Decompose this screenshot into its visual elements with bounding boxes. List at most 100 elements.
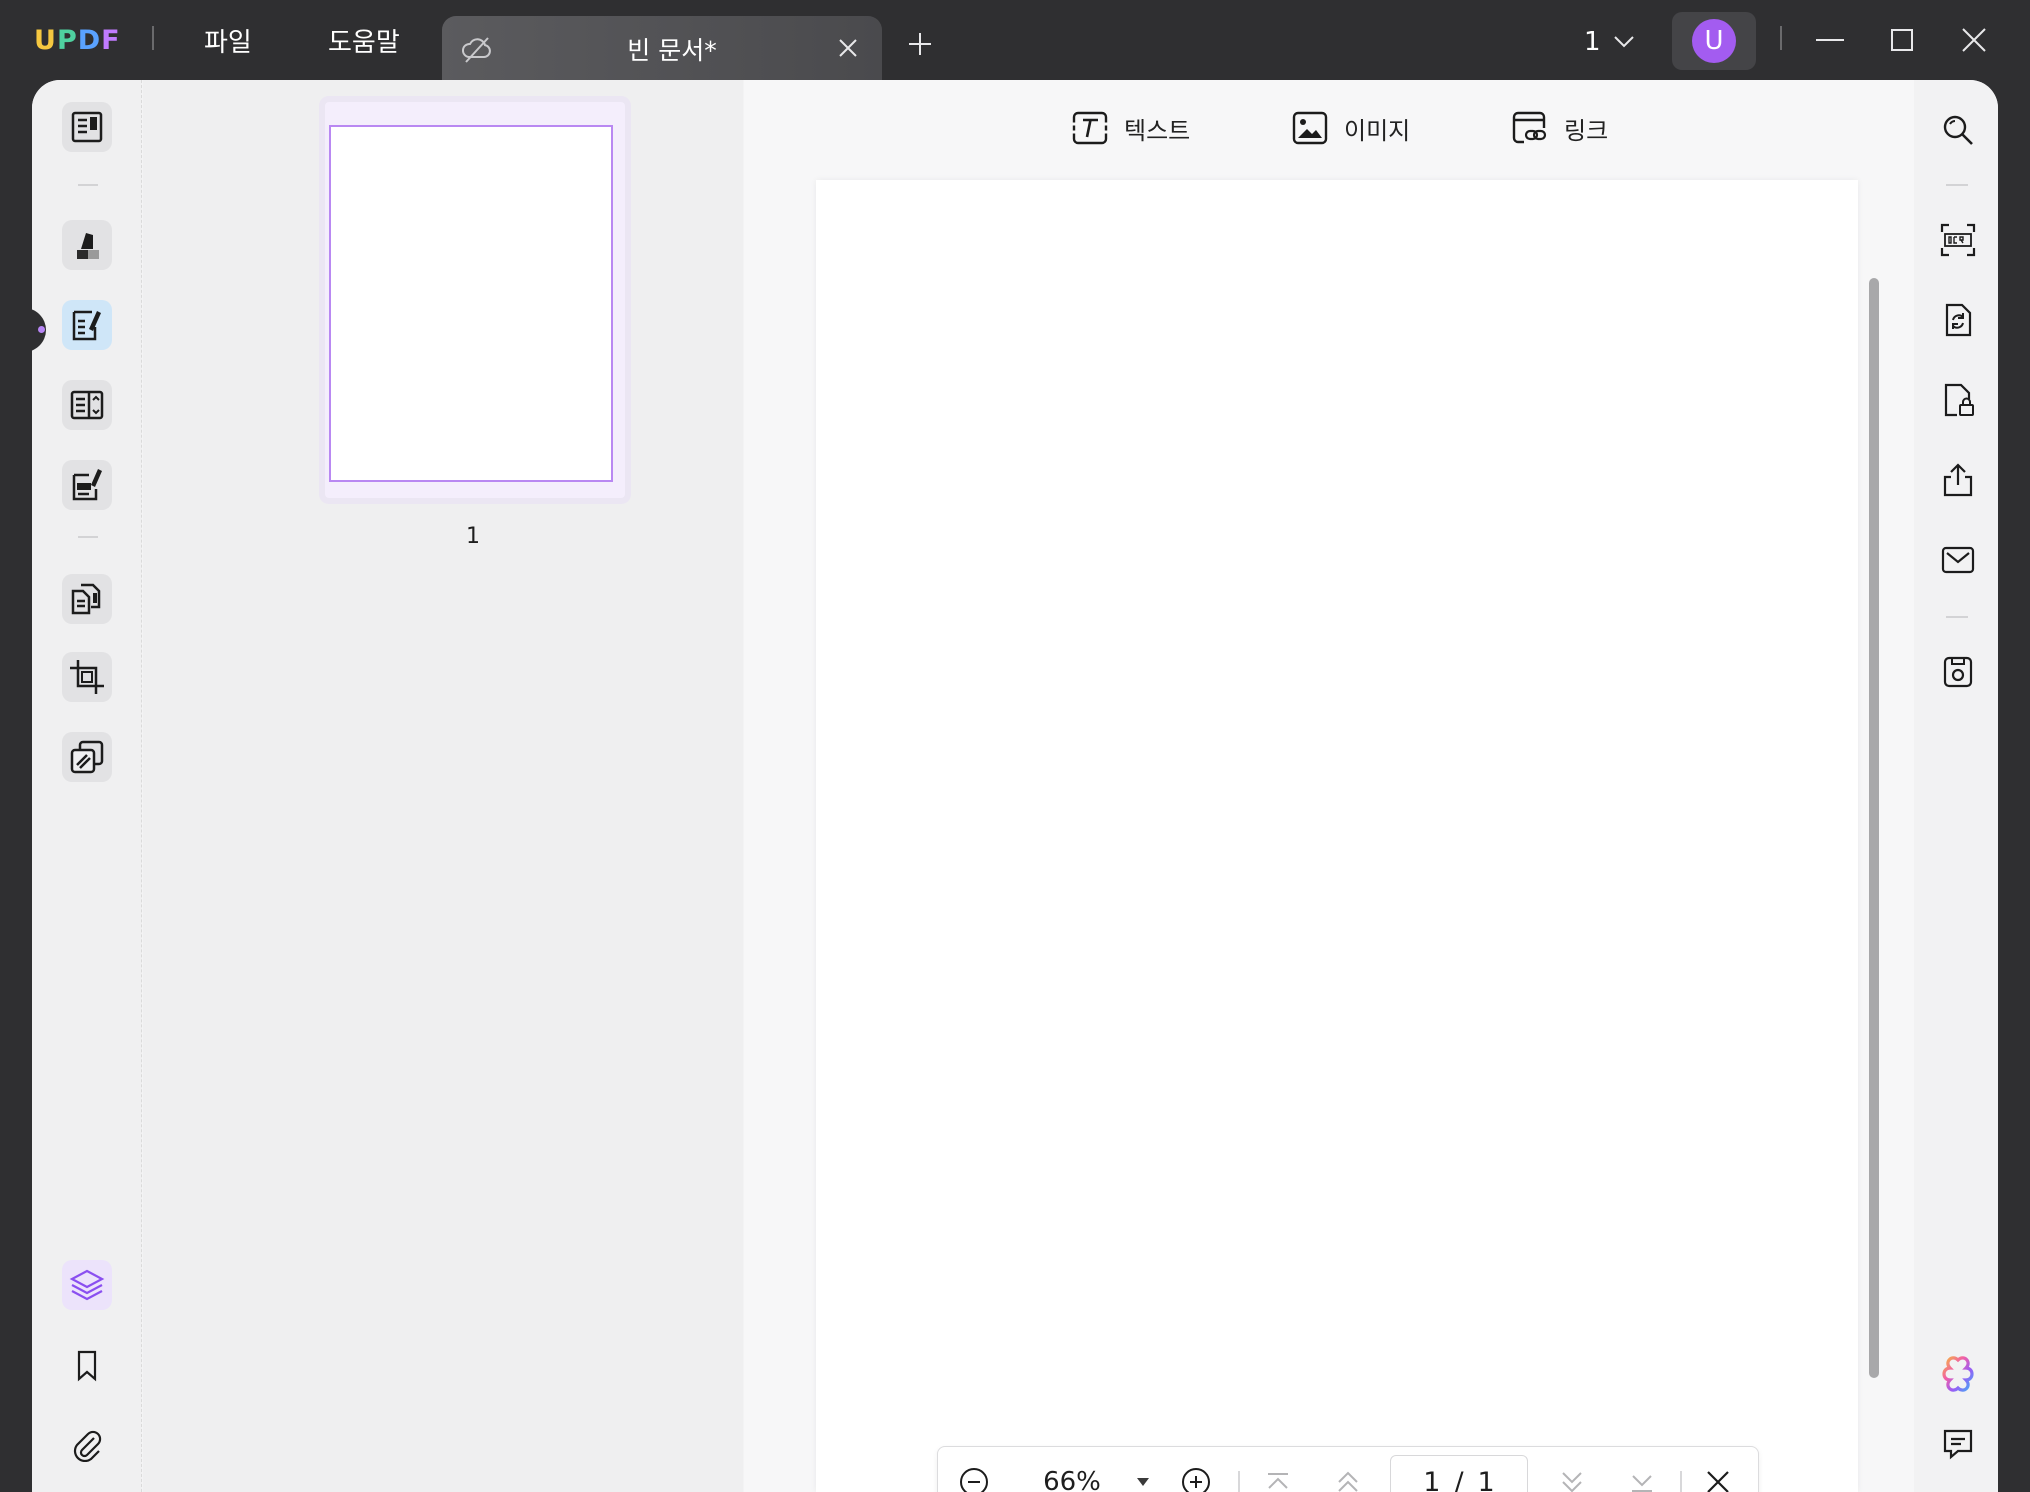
add-link-tool[interactable]: 링크 [1510, 106, 1608, 150]
link-tool-label: 링크 [1564, 116, 1609, 145]
first-page-icon [1268, 1473, 1288, 1489]
last-page-icon [1632, 1475, 1652, 1492]
first-page-button[interactable] [1256, 1447, 1300, 1492]
close-window-icon[interactable] [1956, 22, 1992, 58]
save-button[interactable] [1936, 650, 1980, 694]
save-icon [1943, 656, 1973, 688]
protect-button[interactable] [1936, 378, 1980, 422]
crop-button[interactable] [62, 652, 112, 702]
last-page-button[interactable] [1620, 1447, 1664, 1492]
thumbnail-page-preview[interactable] [329, 125, 613, 482]
divider [152, 26, 154, 50]
watermark-button[interactable] [62, 732, 112, 782]
thumbnail-page-number: 1 [466, 524, 480, 549]
close-icon [1707, 1471, 1729, 1492]
edit-pdf-button[interactable] [62, 300, 112, 350]
watermark-icon [70, 740, 104, 774]
attachment-icon [73, 1430, 102, 1462]
comment-mode-button[interactable] [62, 220, 112, 270]
app-frame: 1 텍스트 이미지 링크 66% 1 / 1 [32, 80, 1998, 1492]
zoom-dropdown-button[interactable] [1128, 1447, 1158, 1492]
email-icon [1941, 546, 1975, 574]
new-tab-plus-icon[interactable] [906, 30, 934, 58]
right-toolbar [1914, 80, 1998, 1492]
maximize-icon[interactable] [1884, 22, 1920, 58]
tab-title: 빈 문서* [627, 36, 717, 65]
thumbnail-panel: 1 [143, 80, 743, 1492]
window-count: 1 [1584, 27, 1601, 57]
document-tab[interactable]: 빈 문서* [442, 16, 882, 80]
title-bar: UPDF 파일 도움말 빈 문서* 1 U [0, 0, 2030, 80]
ai-assistant-icon [1942, 1356, 1974, 1392]
divider [1238, 1471, 1240, 1492]
image-tool-label: 이미지 [1344, 116, 1411, 145]
organize-pages-icon [70, 390, 104, 420]
reader-mode-button[interactable] [62, 102, 112, 152]
logo-letter: P [56, 24, 78, 56]
current-page: 1 [1423, 1466, 1441, 1492]
window-selector[interactable]: 1 [1584, 22, 1635, 62]
reader-icon [71, 111, 103, 143]
layers-button[interactable] [62, 1260, 112, 1310]
add-image-tool[interactable]: 이미지 [1290, 106, 1410, 150]
comment-icon [1943, 1429, 1973, 1460]
page-number-input[interactable]: 1 / 1 [1390, 1455, 1528, 1492]
zoom-level[interactable]: 66% [1022, 1447, 1122, 1492]
previous-page-button[interactable] [1326, 1447, 1370, 1492]
minimize-icon[interactable] [1812, 22, 1848, 58]
page-tools-icon [71, 583, 101, 615]
ai-assistant-button[interactable] [1936, 1352, 1980, 1396]
search-button[interactable] [1936, 108, 1980, 152]
share-button[interactable] [1936, 458, 1980, 502]
next-page-icon [1562, 1472, 1582, 1492]
zoom-in-button[interactable] [1176, 1447, 1216, 1492]
email-button[interactable] [1936, 538, 1980, 582]
image-tool-icon [1292, 111, 1328, 145]
logo-letter: F [101, 24, 121, 56]
menu-help[interactable]: 도움말 [328, 18, 400, 62]
page-tools-button[interactable] [62, 574, 112, 624]
attachment-button[interactable] [62, 1420, 112, 1470]
logo-letter: U [34, 24, 57, 56]
logo-letter: D [77, 24, 102, 56]
link-tool-icon [1512, 111, 1547, 144]
cloud-off-icon [462, 37, 491, 63]
previous-page-icon [1338, 1471, 1358, 1492]
fill-sign-button[interactable] [62, 460, 112, 510]
left-toolbar [32, 80, 142, 1492]
crop-icon [70, 660, 104, 694]
pdf-page[interactable] [816, 180, 1858, 1492]
active-indicator [32, 308, 46, 352]
zoom-in-icon [1182, 1468, 1210, 1492]
divider [78, 184, 98, 186]
next-page-button[interactable] [1550, 1447, 1594, 1492]
updf-logo[interactable]: UPDF [34, 20, 121, 60]
add-text-tool[interactable]: 텍스트 [1070, 106, 1190, 150]
vertical-scrollbar[interactable] [1869, 278, 1879, 1378]
zoom-out-icon [960, 1468, 988, 1492]
ocr-icon [1940, 223, 1976, 257]
comments-panel-button[interactable] [1936, 1422, 1980, 1466]
zoom-out-button[interactable] [954, 1447, 994, 1492]
chevron-down-icon [1613, 36, 1634, 48]
bookmark-button[interactable] [62, 1340, 112, 1390]
divider [1946, 616, 1968, 618]
divider [1780, 26, 1782, 50]
convert-button[interactable] [1936, 298, 1980, 342]
menu-file[interactable]: 파일 [204, 18, 252, 62]
edit-pdf-icon [72, 310, 101, 341]
ocr-button[interactable] [1936, 218, 1980, 262]
highlighter-icon [77, 233, 99, 259]
close-tab-icon[interactable] [836, 36, 860, 60]
account-button[interactable]: U [1672, 12, 1756, 70]
search-icon [1943, 115, 1973, 145]
text-tool-icon [1071, 111, 1109, 145]
close-navigation-button[interactable] [1696, 1447, 1740, 1492]
share-icon [1943, 463, 1973, 497]
layers-icon [69, 1269, 105, 1301]
protect-icon [1944, 383, 1974, 417]
text-tool-label: 텍스트 [1124, 116, 1191, 145]
page-separator: / [1454, 1466, 1464, 1492]
page-navigation-bar: 66% 1 / 1 [937, 1446, 1759, 1492]
organize-pages-button[interactable] [62, 380, 112, 430]
